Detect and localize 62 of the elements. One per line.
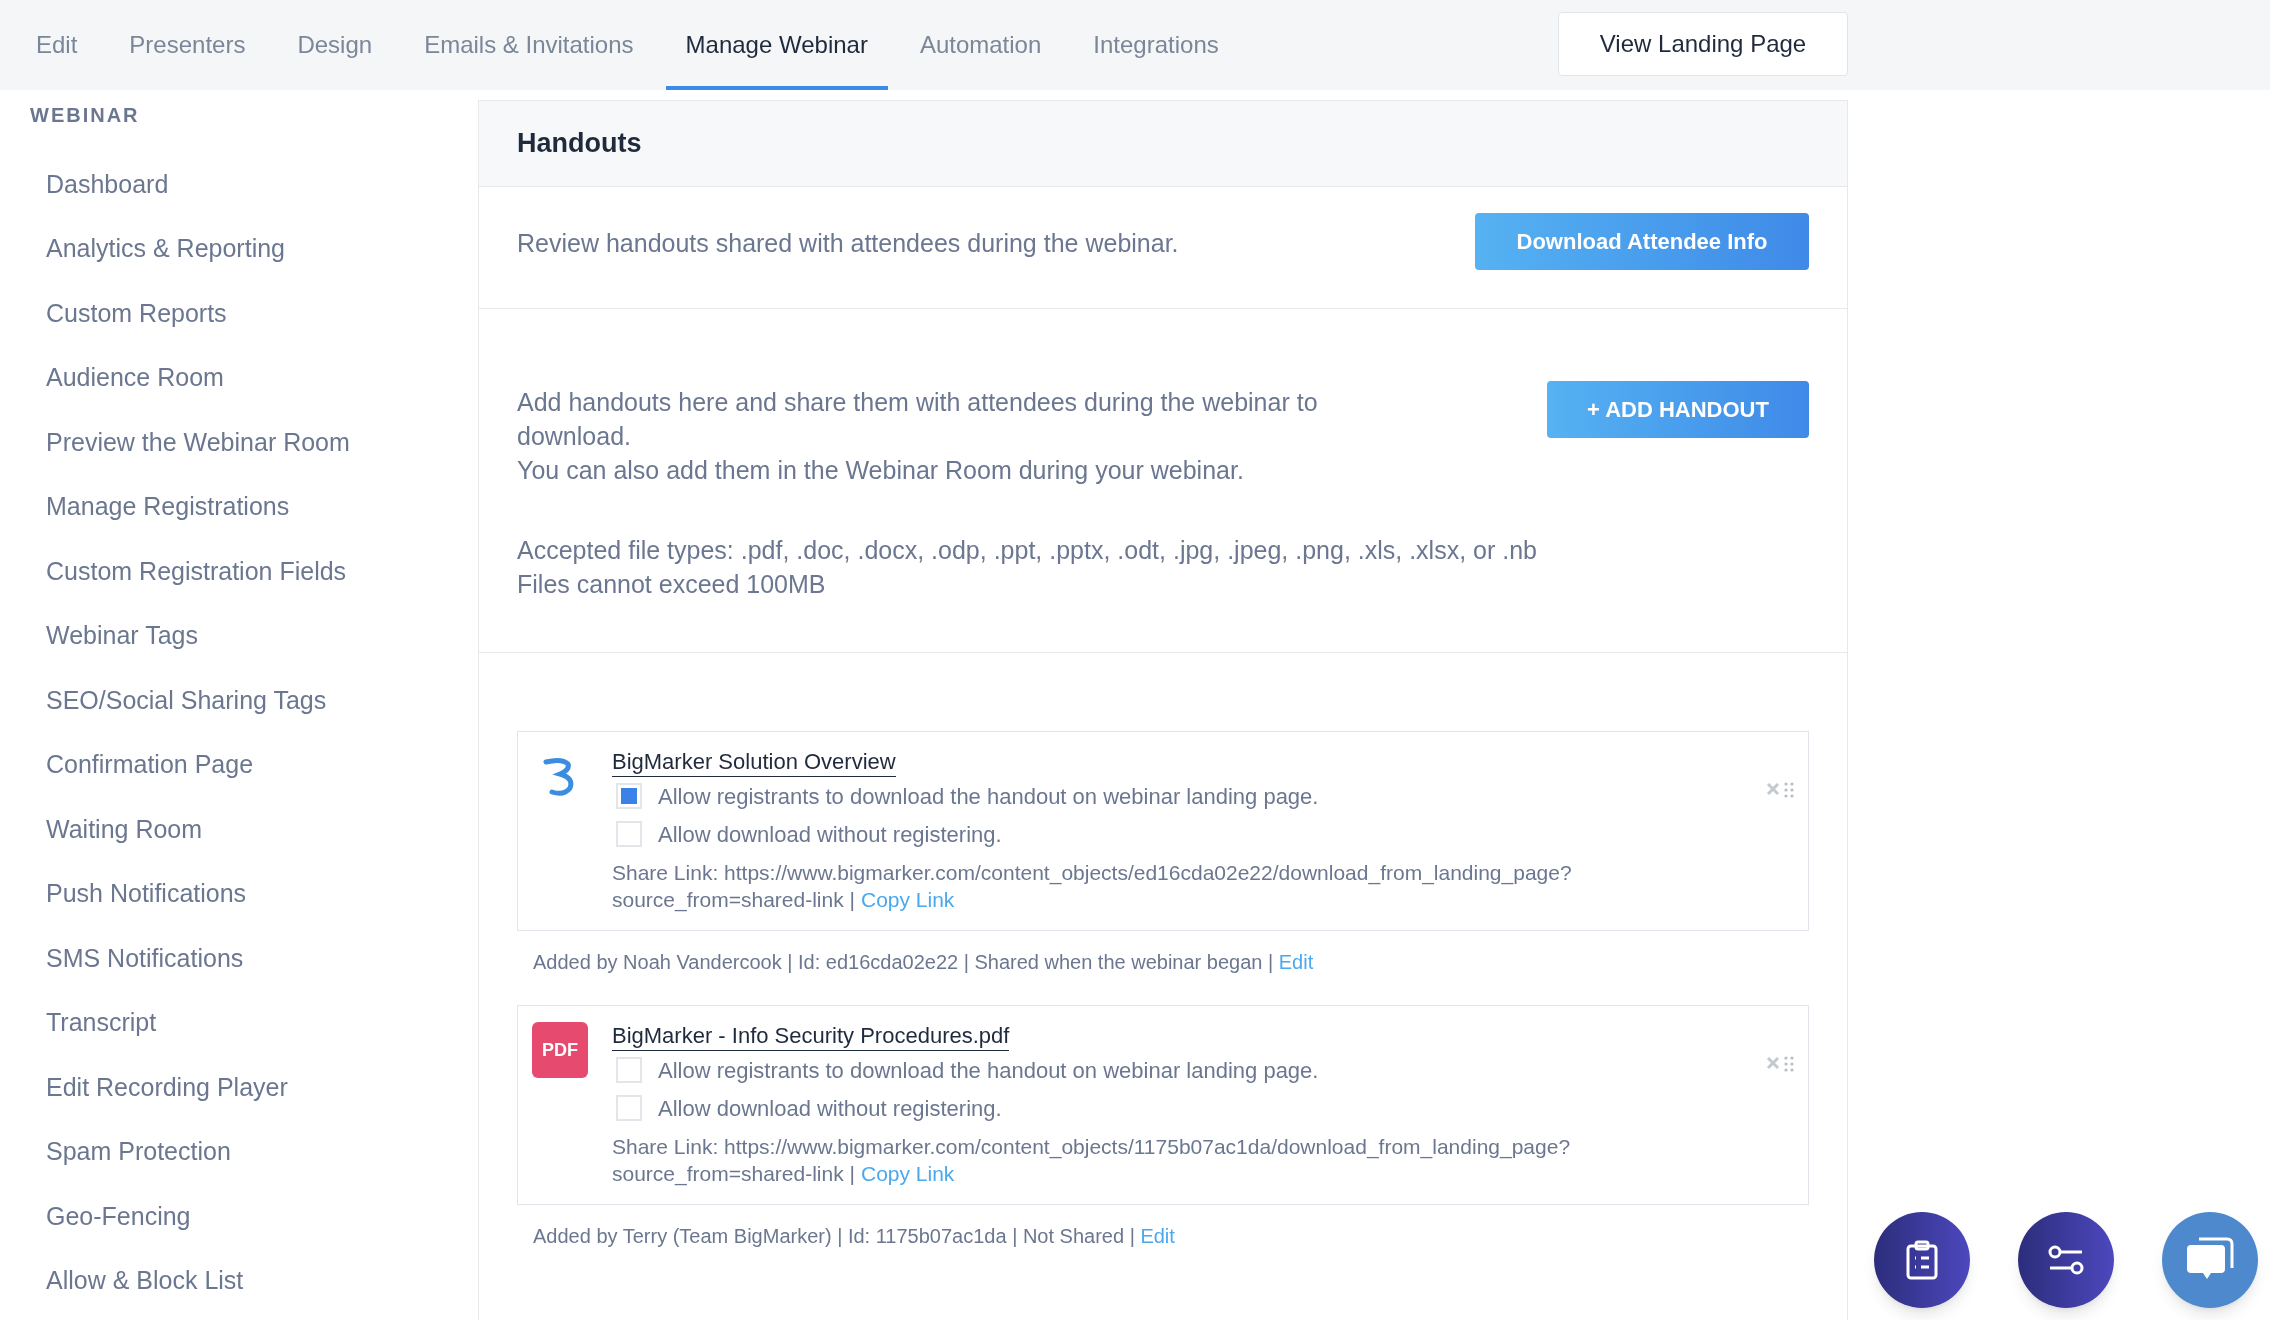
- checkbox-label: Allow registrants to download the handout on webinar landing page.: [658, 1056, 1319, 1085]
- download-attendee-info-button[interactable]: Download Attendee Info: [1475, 213, 1809, 270]
- sidebar-heading: WEBINAR: [30, 103, 141, 128]
- instruction-text: Add handouts here and share them with attendees during the webinar to download.: [517, 387, 1319, 452]
- sidebar-item[interactable]: SEO/Social Sharing Tags: [46, 681, 327, 719]
- checkbox-label: Allow registrants to download the handout on webinar landing page.: [658, 782, 1319, 811]
- checkbox[interactable]: [616, 783, 642, 809]
- clipboard-icon: [1905, 1240, 1939, 1280]
- instruction-text: You can also add them in the Webinar Room during your webinar.: [517, 455, 1245, 486]
- checkbox-label: Allow download without registering.: [658, 1094, 1002, 1123]
- drag-handle-icon[interactable]: [1784, 1056, 1794, 1072]
- sidebar-item[interactable]: Confirmation Page: [46, 746, 254, 784]
- description-text: Review handouts shared with attendees during the webinar.: [517, 228, 1179, 259]
- handout-title[interactable]: BigMarker - Info Security Procedures.pdf: [612, 1022, 1010, 1051]
- nav-tab[interactable]: Integrations: [1073, 0, 1239, 90]
- file-info-text: Accepted file types: .pdf, .doc, .docx, .odp, .ppt, .pptx, .odt, .jpg, .jpeg, .png, .xls, .xlsx, or .nb: [517, 535, 1538, 566]
- copy-link[interactable]: Copy Link: [861, 886, 955, 913]
- edit-link[interactable]: Edit: [1140, 1225, 1175, 1247]
- handout-meta-text: Added by Terry (Team BigMarker) | Id: 1175b07ac1da | Not Shared |: [533, 1225, 1135, 1247]
- sidebar-item[interactable]: Waiting Room: [46, 810, 203, 848]
- handout-meta-text: Added by Noah Vandercook | Id: ed16cda02e22 | Shared when the webinar began |: [533, 951, 1274, 973]
- sidebar-item[interactable]: Allow & Block List: [46, 1262, 244, 1300]
- sidebar-item[interactable]: Analytics & Reporting: [46, 230, 285, 268]
- pdf-badge: PDF: [532, 1022, 588, 1078]
- sidebar-item[interactable]: Custom Reports: [46, 294, 227, 332]
- nav-tab[interactable]: Manage Webinar: [665, 0, 888, 90]
- sidebar-item[interactable]: Dashboard: [46, 165, 169, 203]
- checkbox[interactable]: [616, 821, 642, 847]
- sidebar-item[interactable]: Spam Protection: [46, 1133, 231, 1171]
- handout-title[interactable]: BigMarker Solution Overview: [612, 748, 896, 777]
- sidebar-item[interactable]: Webinar Tags: [46, 617, 198, 655]
- sliders-icon: [2048, 1244, 2084, 1276]
- nav-tab[interactable]: Design: [277, 0, 393, 90]
- share-link-text: Share Link: https://www.bigmarker.com/content_objects/ed16cda02e22/download_from_landing_page?: [612, 860, 1572, 886]
- drag-handle-icon[interactable]: [1784, 782, 1794, 798]
- share-link-text: source_from=shared-link |: [612, 1161, 855, 1187]
- nav-tab[interactable]: Automation: [899, 0, 1062, 90]
- close-icon[interactable]: [1766, 782, 1780, 796]
- sidebar-item[interactable]: SMS Notifications: [46, 939, 244, 977]
- nav-tab[interactable]: Edit: [16, 0, 98, 90]
- add-handout-button[interactable]: + ADD HANDOUT: [1547, 381, 1809, 438]
- nav-tab[interactable]: Emails & Invitations: [404, 0, 654, 90]
- sidebar-item[interactable]: Push Notifications: [46, 875, 247, 913]
- checkbox-label: Allow download without registering.: [658, 820, 1002, 849]
- sidebar-item[interactable]: Manage Registrations: [46, 488, 290, 526]
- copy-link[interactable]: Copy Link: [861, 1160, 955, 1187]
- close-icon[interactable]: [1766, 1056, 1780, 1070]
- panel-title: Handouts: [517, 127, 642, 161]
- share-link-text: Share Link: https://www.bigmarker.com/content_objects/1175b07ac1da/download_from_landing_page?: [612, 1134, 1571, 1160]
- sidebar-item[interactable]: Custom Registration Fields: [46, 552, 347, 590]
- share-link-text: source_from=shared-link |: [612, 887, 855, 913]
- sidebar-item[interactable]: Transcript: [46, 1004, 157, 1042]
- sidebar-item[interactable]: Audience Room: [46, 359, 224, 397]
- sidebar-item[interactable]: Geo-Fencing: [46, 1197, 191, 1235]
- checkbox[interactable]: [616, 1095, 642, 1121]
- nav-tab[interactable]: Presenters: [109, 0, 266, 90]
- checkbox[interactable]: [616, 1057, 642, 1083]
- file-info-text: Files cannot exceed 100MB: [517, 569, 827, 600]
- sidebar-item[interactable]: Edit Recording Player: [46, 1068, 288, 1106]
- sidebar-item[interactable]: Preview the Webinar Room: [46, 423, 350, 461]
- view-landing-page-button[interactable]: View Landing Page: [1558, 12, 1848, 76]
- edit-link[interactable]: Edit: [1278, 951, 1314, 973]
